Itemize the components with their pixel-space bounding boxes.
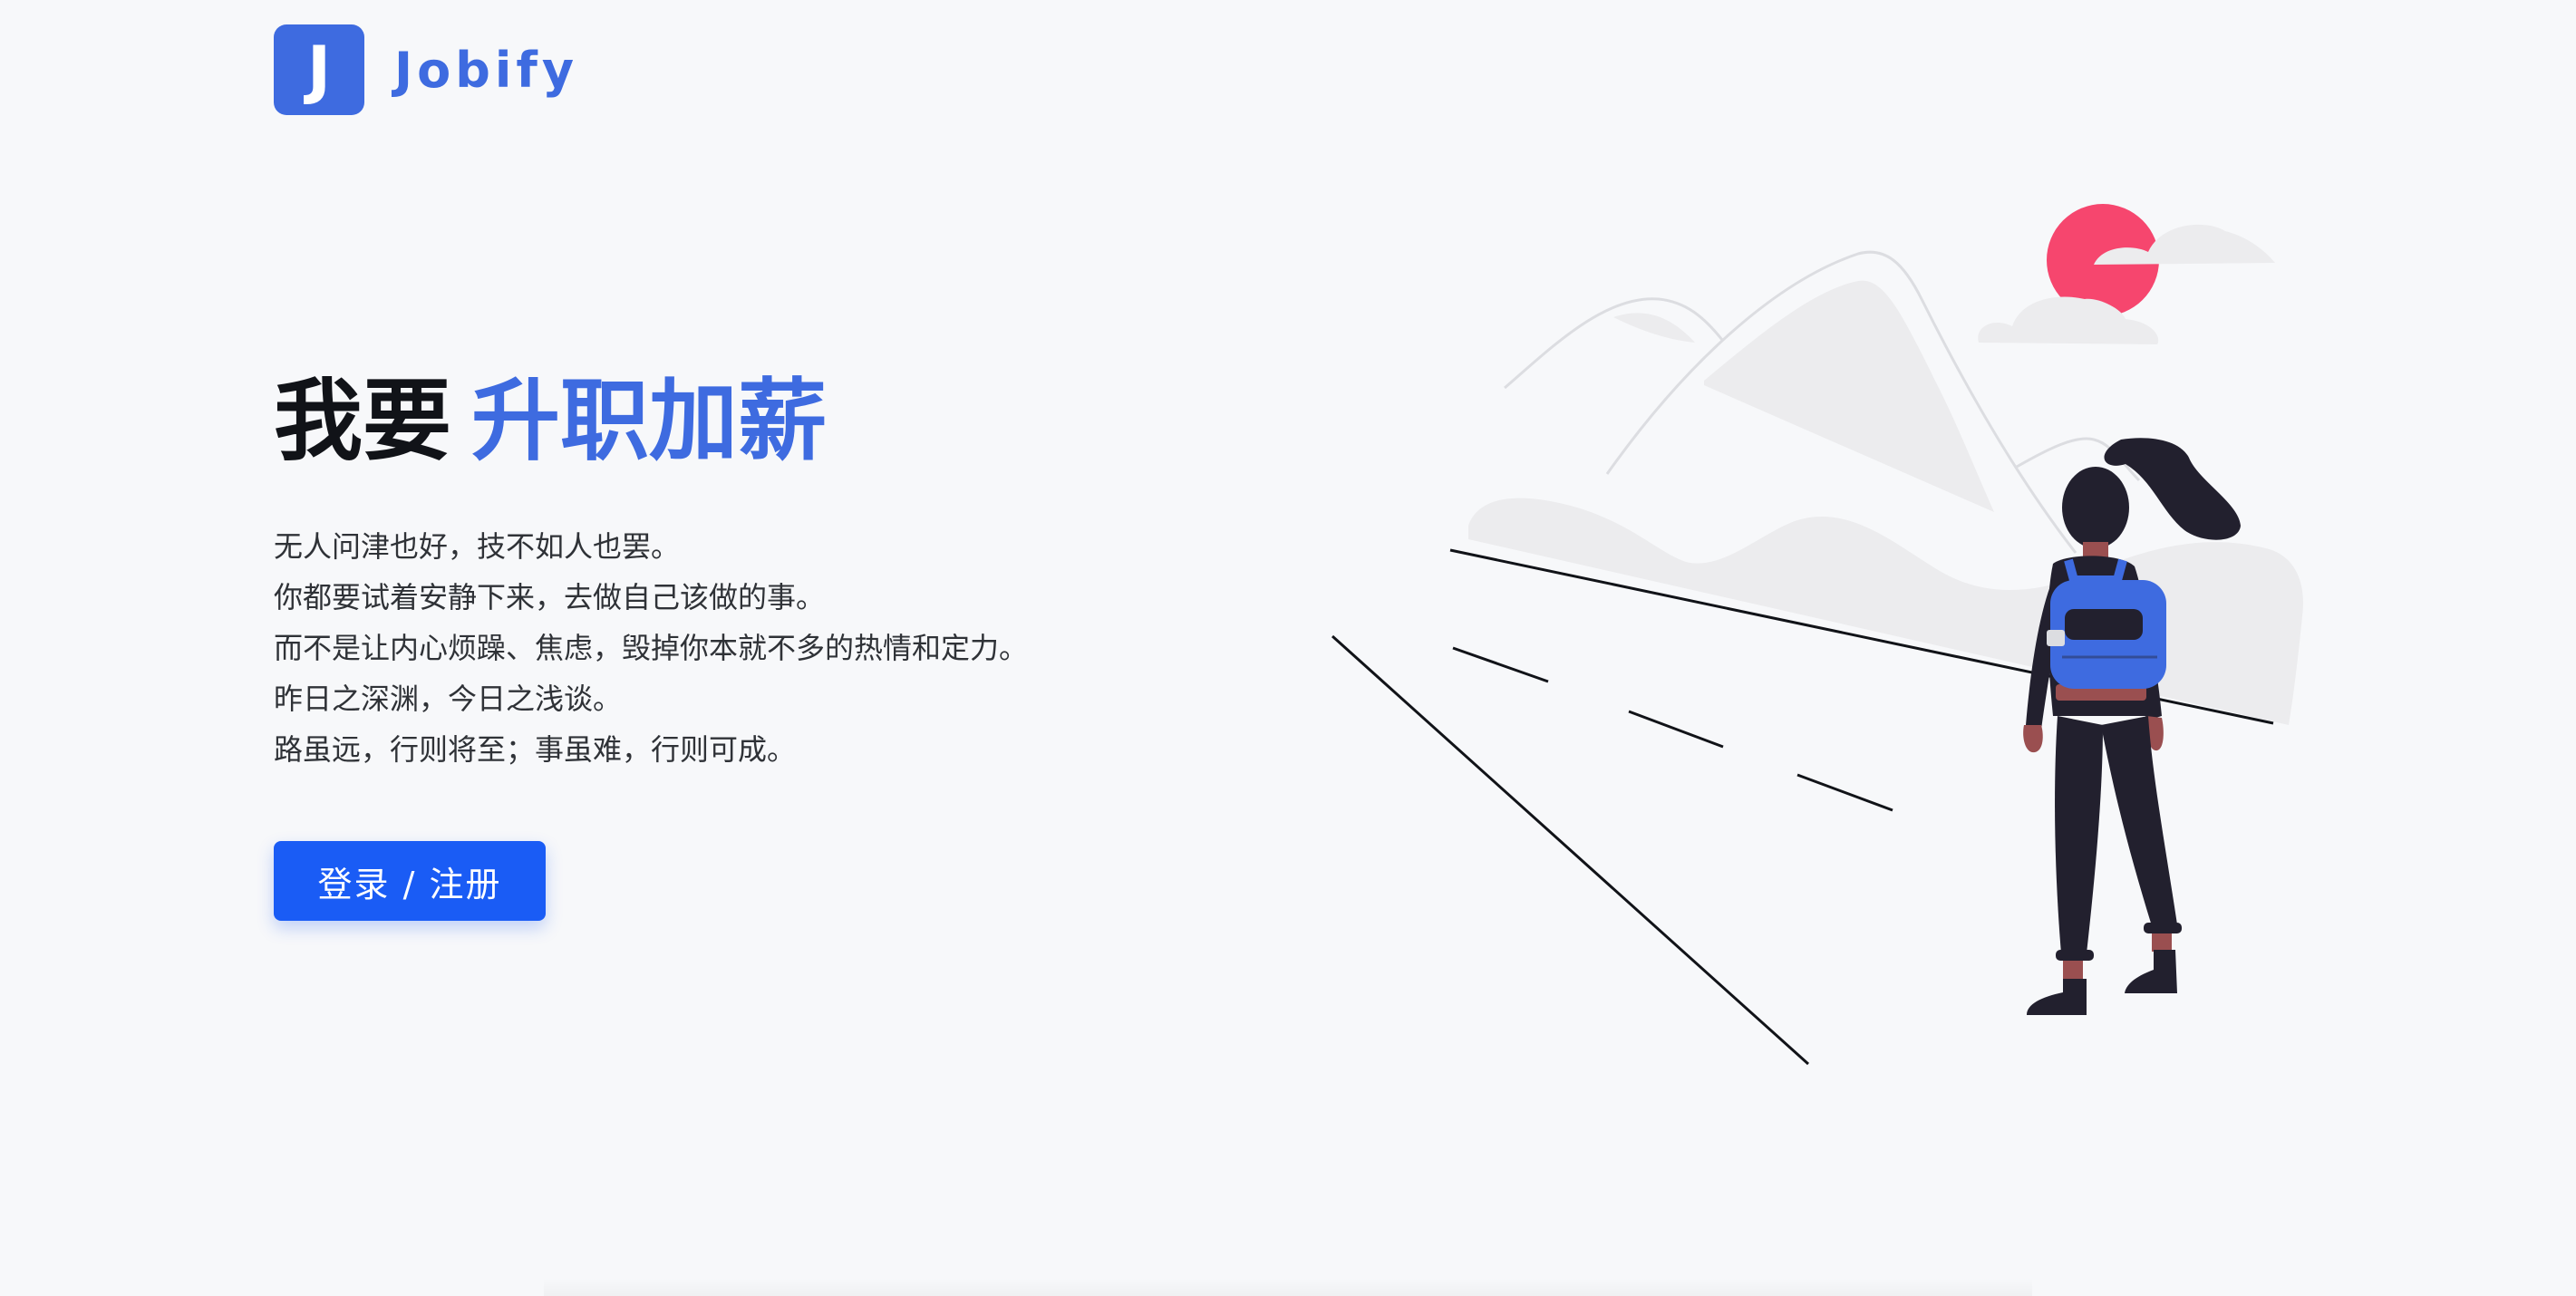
leg-left xyxy=(2055,716,2103,953)
logo-mark-icon: J xyxy=(274,24,364,115)
shoe-left xyxy=(2027,979,2087,1015)
road-dash xyxy=(1796,773,1893,812)
hero-description: 无人问津也好，技不如人也罢。 你都要试着安静下来，去做自己该做的事。 而不是让内… xyxy=(274,521,1271,775)
hero-line: 路虽远，行则将至；事虽难，行则可成。 xyxy=(274,732,797,767)
road-edge-bottom xyxy=(1331,634,1810,1066)
hero-title: 我要 升职加薪 xyxy=(274,367,1271,476)
backpack-tag xyxy=(2047,630,2065,646)
road-dash xyxy=(1628,710,1724,749)
hand-left xyxy=(2023,725,2043,753)
hero-line: 你都要试着安静下来，去做自己该做的事。 xyxy=(274,580,826,614)
hills-fill xyxy=(1468,498,2303,725)
hero-title-accent: 升职加薪 xyxy=(471,370,828,473)
hero-line: 而不是让内心烦躁、焦虑，毁掉你本就不多的热情和定力。 xyxy=(274,631,1029,665)
shoe-right xyxy=(2125,950,2177,993)
brand-name: Jobify xyxy=(394,41,579,99)
login-register-button[interactable]: 登录 / 注册 xyxy=(274,841,546,921)
ankle-left xyxy=(2063,961,2083,981)
brand-logo-link[interactable]: J Jobify xyxy=(274,24,578,115)
head xyxy=(2062,467,2129,548)
cuff-left xyxy=(2056,950,2094,961)
hero-title-plain: 我要 xyxy=(274,370,452,473)
hero-line: 昨日之深渊，今日之浅谈。 xyxy=(274,682,623,716)
landing-page: J Jobify 我要 升职加薪 无人问津也好，技不如人也罢。 你都要试着安静下来… xyxy=(0,0,2576,1296)
hero-illustration xyxy=(1331,204,2303,1066)
cuff-right xyxy=(2144,923,2182,933)
hero-section: 我要 升职加薪 无人问津也好，技不如人也罢。 你都要试着安静下来，去做自己该做的事… xyxy=(274,367,1271,775)
backpack-pocket xyxy=(2065,609,2143,640)
ankle-right xyxy=(2152,933,2172,952)
bottom-shadow xyxy=(544,1278,2032,1296)
road-dash xyxy=(1452,646,1549,683)
mountain-fill-large xyxy=(1704,280,1994,512)
mountain-fill-small xyxy=(1613,313,1695,343)
hero-line: 无人问津也好，技不如人也罢。 xyxy=(274,529,681,564)
leg-right xyxy=(2101,716,2177,929)
